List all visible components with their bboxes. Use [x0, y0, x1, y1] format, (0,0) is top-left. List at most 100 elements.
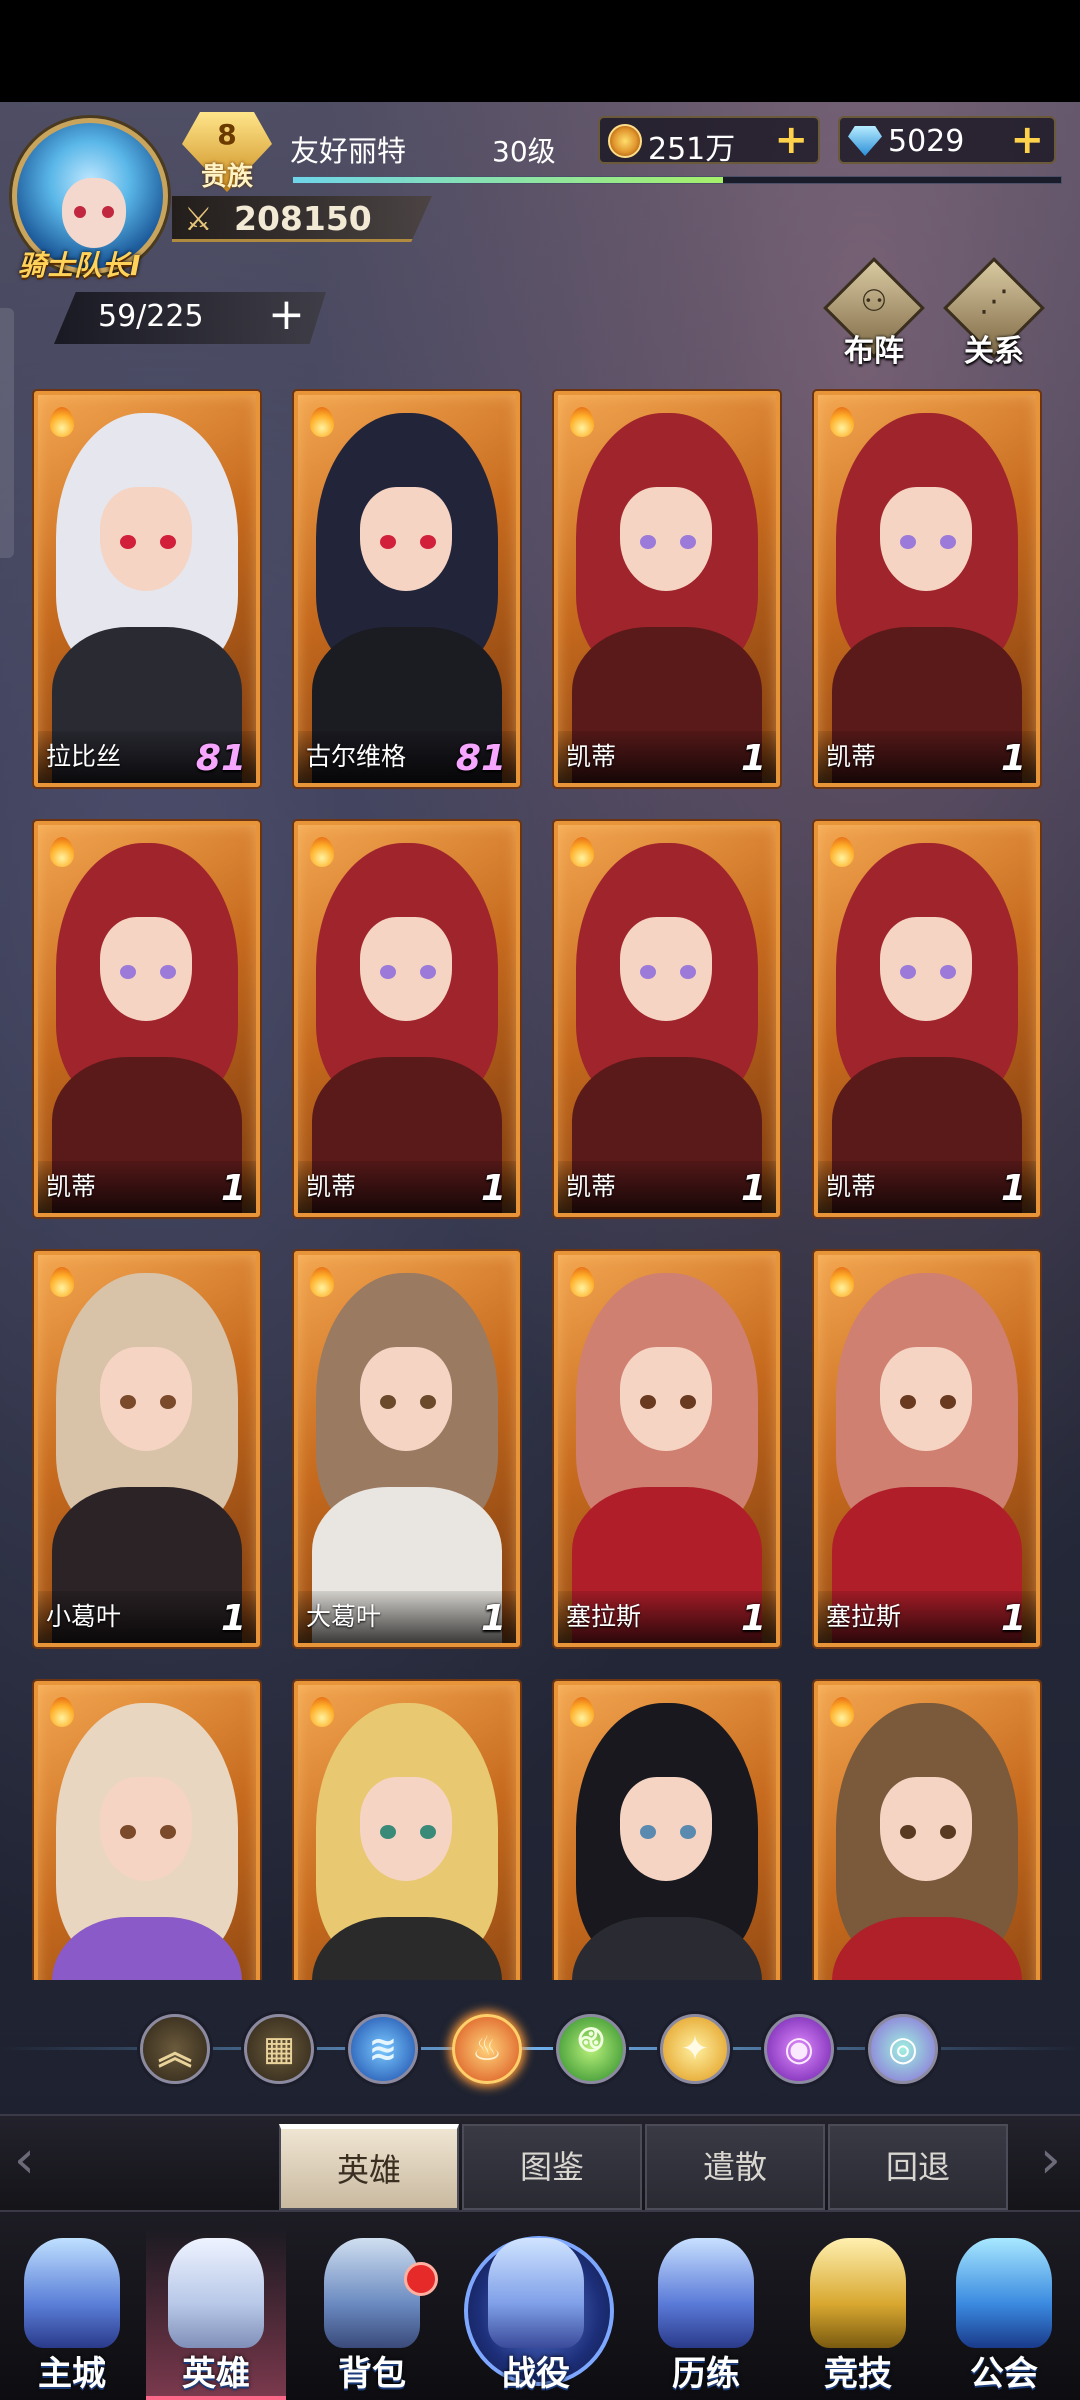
- hero-card[interactable]: 大葛叶 1: [294, 1251, 520, 1647]
- hero-portrait: [818, 1255, 1036, 1643]
- water-element-filter-button[interactable]: ≋: [348, 2014, 418, 2084]
- hero-card[interactable]: 塞拉斯 1: [814, 1251, 1040, 1647]
- castle-icon: [24, 2238, 120, 2348]
- hero-portrait: [818, 825, 1036, 1213]
- hero-card[interactable]: 古尔维格 81: [294, 391, 520, 787]
- all-elements-filter-button[interactable]: ▦: [244, 2014, 314, 2084]
- add-gems-button[interactable]: +: [1010, 118, 1044, 162]
- hero-card[interactable]: 凯蒂 1: [34, 821, 260, 1217]
- hero-name: 塞拉斯: [566, 1602, 642, 1631]
- fire-element-icon: [310, 407, 334, 437]
- hero-name: 古尔维格: [306, 742, 407, 771]
- nav-item-label: 主城: [38, 2354, 106, 2394]
- nav-item[interactable]: 历练: [636, 2228, 776, 2400]
- fire-element-icon: [50, 1267, 74, 1297]
- gold-resource: 251万 +: [598, 116, 820, 167]
- dark-icon: ◉: [784, 2029, 814, 2069]
- hero-card[interactable]: [814, 1681, 1040, 1980]
- nav-item[interactable]: 背包: [302, 2228, 442, 2400]
- gold-coin-icon: [608, 124, 642, 158]
- hero-card[interactable]: 小葛叶 1: [34, 1251, 260, 1647]
- nav-item[interactable]: 公会: [934, 2228, 1074, 2400]
- vip-label: 贵族: [200, 162, 253, 192]
- hero-card[interactable]: 凯蒂 1: [554, 391, 780, 787]
- hero-card[interactable]: 拉比丝 81: [34, 391, 260, 787]
- fire-element-icon: [310, 1267, 334, 1297]
- nav-item[interactable]: 英雄: [146, 2228, 286, 2400]
- nav-item-label: 竞技: [824, 2354, 892, 2394]
- hero-card[interactable]: 凯蒂 1: [554, 821, 780, 1217]
- hero-portrait: [38, 1685, 256, 1980]
- hero-portrait: [818, 395, 1036, 783]
- light-icon: ✦: [680, 2029, 710, 2069]
- tab-codex[interactable]: 图鉴: [462, 2124, 642, 2210]
- dark-element-filter-button[interactable]: ◉: [764, 2014, 834, 2084]
- hero-card[interactable]: 塞拉斯 1: [554, 1251, 780, 1647]
- hero-card[interactable]: [554, 1681, 780, 1980]
- fire-element-icon: [50, 837, 74, 867]
- nav-item[interactable]: 竞技: [788, 2228, 928, 2400]
- hero-level: 1: [740, 1598, 766, 1639]
- wind-element-filter-button[interactable]: ࿋: [556, 2014, 626, 2084]
- hero-card[interactable]: [34, 1681, 260, 1980]
- hero-portrait: [818, 1685, 1036, 1980]
- avatar-face: [62, 178, 126, 248]
- formation-button[interactable]: ⚇ 布阵: [823, 257, 925, 372]
- tab-revert[interactable]: 回退: [828, 2124, 1008, 2210]
- all-icon: ▦: [262, 2029, 296, 2069]
- expand-capacity-button[interactable]: +: [268, 289, 305, 340]
- fire-element-icon: [570, 1267, 594, 1297]
- chaos-element-filter-button[interactable]: ◎: [868, 2014, 938, 2084]
- hero-portrait: [38, 825, 256, 1213]
- light-element-filter-button[interactable]: ✦: [660, 2014, 730, 2084]
- backpack-notification-badge: [404, 2262, 438, 2296]
- fire-element-icon: [310, 1697, 334, 1727]
- hero-level: 81: [195, 738, 246, 779]
- tab-left-arrow-icon[interactable]: ‹: [14, 2130, 35, 2190]
- hero-capacity-count: 59/225: [98, 299, 204, 334]
- nav-item-label: 历练: [672, 2354, 740, 2394]
- nav-item-label: 公会: [970, 2354, 1038, 2394]
- tab-heroes[interactable]: 英雄: [279, 2124, 459, 2210]
- collapse-filter-button[interactable]: ︽: [140, 2014, 210, 2084]
- hero-level: 1: [480, 1598, 506, 1639]
- fire-element-icon: [310, 837, 334, 867]
- nav-item[interactable]: 战役: [466, 2228, 606, 2400]
- relation-label: 关系: [964, 334, 1024, 369]
- relation-button[interactable]: ⋰ 关系: [943, 257, 1045, 372]
- hero-level: 1: [1000, 1168, 1026, 1209]
- fire-element-icon: [830, 407, 854, 437]
- gem-amount: 5029: [888, 124, 965, 159]
- hero-card[interactable]: 凯蒂 1: [294, 821, 520, 1217]
- hero-name: 凯蒂: [306, 1172, 357, 1201]
- hero-portrait: [558, 395, 776, 783]
- fire-element-icon: [830, 837, 854, 867]
- hero-level: 1: [480, 1168, 506, 1209]
- nav-item[interactable]: 主城: [2, 2228, 142, 2400]
- hero-card[interactable]: [294, 1681, 520, 1980]
- fire-element-filter-button[interactable]: ♨: [452, 2014, 522, 2084]
- hero-card[interactable]: 凯蒂 1: [814, 821, 1040, 1217]
- water-icon: ≋: [368, 2029, 398, 2069]
- nav-item-label: 英雄: [182, 2354, 250, 2394]
- status-bar: [0, 0, 1080, 102]
- vip-level: 8: [217, 118, 237, 151]
- add-gold-button[interactable]: +: [774, 118, 808, 162]
- hero-name: 凯蒂: [566, 742, 617, 771]
- hero-portrait: [38, 1255, 256, 1643]
- hero-level: 1: [220, 1598, 246, 1639]
- player-rank-title: 骑士队长Ⅰ: [18, 249, 141, 282]
- fire-element-icon: [570, 407, 594, 437]
- tab-dismiss[interactable]: 遣散: [645, 2124, 825, 2210]
- tab-right-arrow-icon[interactable]: ›: [1040, 2130, 1061, 2190]
- hero-level: 1: [740, 738, 766, 779]
- hero-card[interactable]: 凯蒂 1: [814, 391, 1040, 787]
- crossed-swords-icon: ⚔: [184, 200, 213, 238]
- team-icon: ⚇: [860, 284, 888, 319]
- hero-level: 1: [1000, 738, 1026, 779]
- guild-crest-icon: [956, 2238, 1052, 2348]
- wind-icon: ࿋: [577, 2020, 605, 2060]
- fire-icon: ♨: [471, 2029, 503, 2069]
- fire-element-icon: [50, 1697, 74, 1727]
- hero-portrait: [558, 1685, 776, 1980]
